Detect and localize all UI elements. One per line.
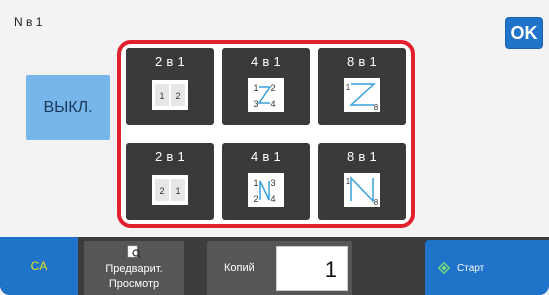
- svg-text:4: 4: [270, 194, 275, 204]
- svg-text:2: 2: [159, 186, 164, 196]
- svg-text:1: 1: [175, 186, 180, 196]
- start-diamond-icon: [438, 262, 450, 274]
- option-8in1-n[interactable]: 8 в 1 1 8: [318, 143, 406, 220]
- start-label: Старт: [457, 263, 485, 274]
- layout-4in1-z-icon: 1 2 3 4: [248, 78, 284, 112]
- option-label: 2 в 1: [154, 149, 186, 164]
- svg-text:1: 1: [159, 91, 164, 101]
- ca-button[interactable]: CA: [0, 237, 78, 295]
- layout-2in1-rtl-icon: 2 1: [152, 175, 188, 205]
- svg-text:1: 1: [253, 83, 258, 93]
- ok-button[interactable]: OK: [505, 17, 543, 49]
- svg-text:4: 4: [270, 99, 275, 109]
- copies-input[interactable]: 1: [276, 246, 348, 291]
- option-label: 8 в 1: [346, 149, 378, 164]
- option-label: 2 в 1: [154, 54, 186, 69]
- option-label: 8 в 1: [346, 54, 378, 69]
- svg-text:1: 1: [346, 83, 351, 92]
- svg-text:3: 3: [270, 178, 275, 188]
- n-in-1-dialog: N в 1 OK ВЫКЛ. 2 в 1 1 2 4 в 1 1 2 3 4 8…: [0, 0, 549, 295]
- svg-text:3: 3: [253, 99, 258, 109]
- preview-icon: [127, 245, 141, 259]
- svg-text:2: 2: [253, 194, 258, 204]
- option-4in1-z[interactable]: 4 в 1 1 2 3 4: [222, 48, 310, 125]
- preview-label-line2: Просмотр: [108, 278, 160, 290]
- layout-8in1-z-icon: 1 8: [344, 78, 380, 112]
- option-label: 4 в 1: [250, 54, 282, 69]
- option-2in1-ltr[interactable]: 2 в 1 1 2: [126, 48, 214, 125]
- svg-text:2: 2: [175, 91, 180, 101]
- start-button[interactable]: Старт: [425, 240, 549, 295]
- layout-8in1-n-icon: 1 8: [344, 173, 380, 207]
- svg-text:1: 1: [253, 178, 258, 188]
- layout-2in1-ltr-icon: 1 2: [152, 80, 188, 110]
- option-8in1-z[interactable]: 8 в 1 1 8: [318, 48, 406, 125]
- layout-4in1-n-icon: 1 3 2 4: [248, 173, 284, 207]
- option-label: 4 в 1: [250, 149, 282, 164]
- svg-text:1: 1: [346, 177, 351, 186]
- svg-text:8: 8: [374, 198, 379, 207]
- preview-button[interactable]: Предварит. Просмотр: [84, 241, 184, 295]
- svg-text:8: 8: [374, 103, 379, 112]
- off-button[interactable]: ВЫКЛ.: [26, 75, 110, 140]
- option-2in1-rtl[interactable]: 2 в 1 2 1: [126, 143, 214, 220]
- option-4in1-n[interactable]: 4 в 1 1 3 2 4: [222, 143, 310, 220]
- preview-label-line1: Предварит.: [105, 263, 163, 275]
- svg-text:2: 2: [270, 83, 275, 93]
- page-title: N в 1: [14, 15, 43, 29]
- copies-label: Копий: [224, 262, 255, 274]
